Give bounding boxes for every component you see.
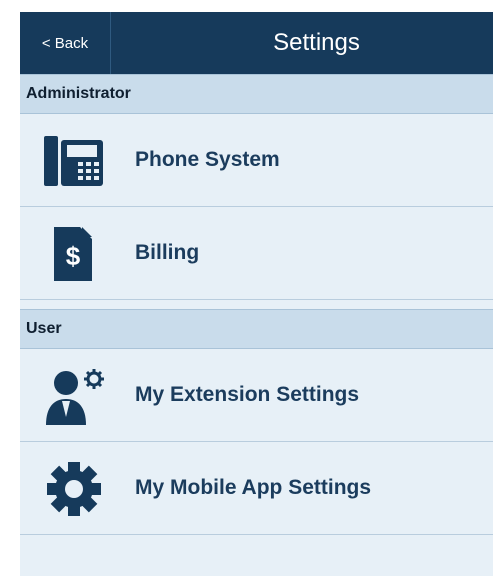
back-button[interactable]: < Back bbox=[20, 12, 110, 74]
top-bar: < Back Settings bbox=[20, 12, 493, 74]
list-item-phone-system[interactable]: Phone System bbox=[20, 114, 493, 207]
gear-icon bbox=[42, 460, 106, 518]
list-item-my-extension-settings[interactable]: My Extension Settings bbox=[20, 349, 493, 442]
settings-screen: < Back Settings Administrator Phone Syst… bbox=[20, 12, 493, 576]
user-settings-icon bbox=[42, 367, 106, 425]
desk-phone-icon bbox=[42, 132, 106, 190]
svg-text:$: $ bbox=[66, 241, 81, 271]
item-label: My Extension Settings bbox=[135, 383, 360, 406]
section-header-user: User bbox=[20, 309, 493, 349]
page-title: Settings bbox=[273, 29, 360, 56]
divider bbox=[110, 12, 111, 74]
billing-document-icon: $ bbox=[42, 225, 106, 283]
list-item-billing[interactable]: $ Billing bbox=[20, 207, 493, 300]
item-label: My Mobile App Settings bbox=[135, 476, 372, 499]
item-label: Phone System bbox=[135, 148, 280, 171]
item-label: Billing bbox=[135, 241, 200, 264]
section-header-administrator: Administrator bbox=[20, 74, 493, 114]
list-item-my-mobile-app-settings[interactable]: My Mobile App Settings bbox=[20, 442, 493, 535]
